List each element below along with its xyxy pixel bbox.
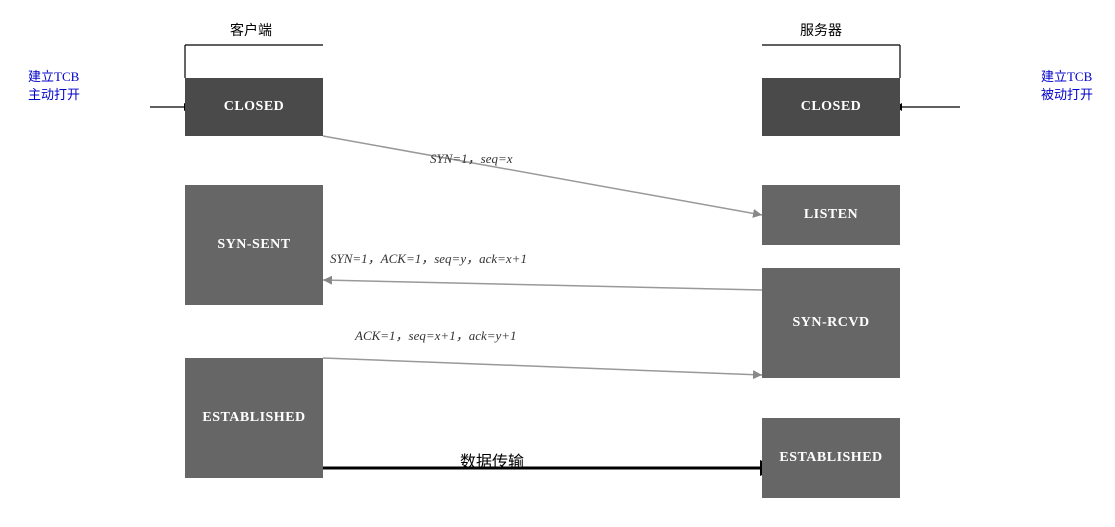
state-listen: LISTEN <box>762 185 900 245</box>
state-syn-sent: SYN-SENT <box>185 185 323 305</box>
arrows-svg <box>0 0 1115 527</box>
left-build-tcb-label: 建立TCB 主动打开 <box>28 68 80 104</box>
client-column-header: 客户端 <box>230 20 272 40</box>
server-column-header: 服务器 <box>800 20 842 40</box>
right-build-tcb-label: 建立TCB 被动打开 <box>1041 68 1093 104</box>
state-closed-right: CLOSED <box>762 78 900 136</box>
diagram-container: 客户端 服务器 建立TCB 主动打开 建立TCB 被动打开 CLOSED SYN… <box>0 0 1115 527</box>
state-syn-rcvd: SYN-RCVD <box>762 268 900 378</box>
arrow1-label: SYN=1，seq=x <box>430 148 513 167</box>
state-established-left: ESTABLISHED <box>185 358 323 478</box>
state-established-right: ESTABLISHED <box>762 418 900 498</box>
data-transfer-label: 数据传输 <box>460 448 524 472</box>
arrow2-label: SYN=1，ACK=1，seq=y，ack=x+1 <box>330 248 527 267</box>
state-closed-left: CLOSED <box>185 78 323 136</box>
arrow3-label: ACK=1，seq=x+1，ack=y+1 <box>355 325 517 344</box>
